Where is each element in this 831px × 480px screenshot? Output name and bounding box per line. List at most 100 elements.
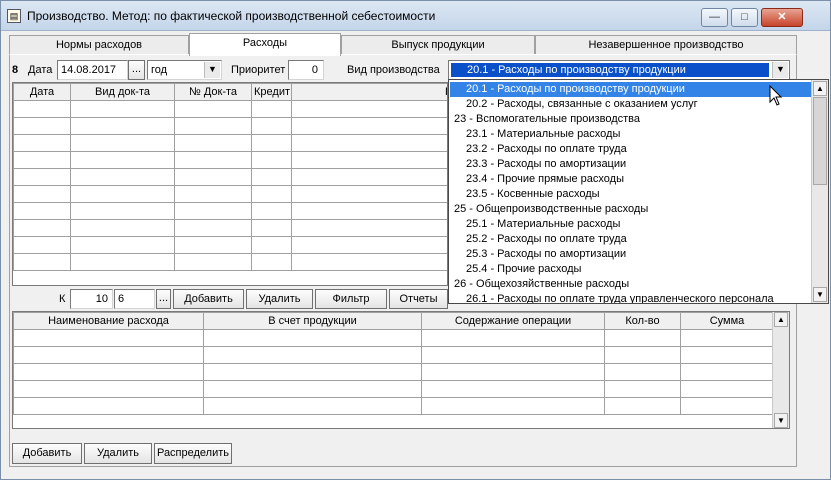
table-cell[interactable]: [13, 219, 71, 237]
table-cell[interactable]: [13, 168, 71, 186]
dropdown-option[interactable]: 20.2 - Расходы, связанные с оказанием ус…: [450, 97, 811, 112]
scroll-down-icon[interactable]: ▼: [813, 287, 827, 302]
distribute-button[interactable]: Распределить: [154, 443, 232, 464]
table-cell[interactable]: [70, 219, 175, 237]
table-cell[interactable]: [421, 397, 605, 415]
table-cell[interactable]: [421, 346, 605, 364]
date-input[interactable]: 14.08.2017: [57, 60, 128, 80]
table-cell[interactable]: [13, 346, 204, 364]
dropdown-option[interactable]: 23.4 - Прочие прямые расходы: [450, 172, 811, 187]
add-document-button[interactable]: Добавить: [173, 289, 244, 309]
table-cell[interactable]: [251, 100, 292, 118]
table-cell[interactable]: [291, 100, 447, 118]
table-cell[interactable]: [291, 219, 447, 237]
table-cell[interactable]: [251, 253, 292, 271]
expense-table-scrollbar[interactable]: ▲ ▼: [772, 312, 789, 428]
priority-input[interactable]: 0: [288, 60, 324, 80]
table-row[interactable]: [13, 134, 447, 152]
table-cell[interactable]: [680, 380, 774, 398]
table-row[interactable]: [13, 363, 774, 381]
tab-work-in-progress[interactable]: Незавершенное производство: [535, 35, 797, 55]
table-cell[interactable]: [680, 329, 774, 347]
table-cell[interactable]: [604, 380, 681, 398]
table-cell[interactable]: [251, 219, 292, 237]
table-row[interactable]: [13, 236, 447, 254]
column-header-expense-name[interactable]: Наименование расхода: [13, 312, 204, 330]
add-expense-button[interactable]: Добавить: [12, 443, 82, 464]
table-cell[interactable]: [680, 363, 774, 381]
table-cell[interactable]: [70, 168, 175, 186]
dropdown-option[interactable]: 20.1 - Расходы по производству продукции: [450, 82, 811, 97]
delete-expense-button[interactable]: Удалить: [84, 443, 152, 464]
table-cell[interactable]: [70, 100, 175, 118]
filter-button[interactable]: Фильтр: [315, 289, 387, 309]
table-cell[interactable]: [13, 202, 71, 220]
k-input-secondary[interactable]: 6: [114, 289, 155, 309]
table-cell[interactable]: [70, 253, 175, 271]
table-row[interactable]: [13, 117, 447, 135]
table-cell[interactable]: [421, 329, 605, 347]
table-cell[interactable]: [291, 253, 447, 271]
table-cell[interactable]: [70, 202, 175, 220]
table-cell[interactable]: [13, 397, 204, 415]
table-cell[interactable]: [13, 236, 71, 254]
production-type-select[interactable]: 20.1 - Расходы по производству продукции…: [448, 60, 790, 80]
scroll-down-icon[interactable]: ▼: [774, 413, 788, 428]
table-cell[interactable]: [13, 329, 204, 347]
expense-items-table[interactable]: Наименование расхода В счет продукции Со…: [12, 311, 790, 429]
table-cell[interactable]: [13, 151, 71, 169]
table-cell[interactable]: [70, 117, 175, 135]
table-cell[interactable]: [174, 117, 252, 135]
table-cell[interactable]: [203, 363, 422, 381]
table-row[interactable]: [13, 100, 447, 118]
dropdown-option[interactable]: 25.2 - Расходы по оплате труда: [450, 232, 811, 247]
scroll-thumb[interactable]: [813, 97, 827, 185]
dropdown-option[interactable]: 23.2 - Расходы по оплате труда: [450, 142, 811, 157]
table-cell[interactable]: [174, 202, 252, 220]
column-header-product[interactable]: Продукция: [291, 83, 447, 101]
dropdown-option[interactable]: 25.1 - Материальные расходы: [450, 217, 811, 232]
table-cell[interactable]: [251, 151, 292, 169]
table-cell[interactable]: [13, 117, 71, 135]
table-cell[interactable]: [251, 185, 292, 203]
tab-expenses[interactable]: Расходы: [189, 33, 341, 56]
table-cell[interactable]: [13, 380, 204, 398]
tab-expense-norms[interactable]: Нормы расходов: [9, 35, 189, 55]
table-cell[interactable]: [291, 151, 447, 169]
table-cell[interactable]: [291, 134, 447, 152]
chevron-down-icon[interactable]: ▼: [204, 62, 220, 78]
table-cell[interactable]: [13, 134, 71, 152]
column-header-credit[interactable]: Кредит: [251, 83, 292, 101]
column-header-doc-number[interactable]: № Док-та: [174, 83, 252, 101]
table-row[interactable]: [13, 346, 774, 364]
table-row[interactable]: [13, 253, 447, 271]
table-cell[interactable]: [174, 168, 252, 186]
table-cell[interactable]: [13, 363, 204, 381]
table-cell[interactable]: [291, 236, 447, 254]
column-header-quantity[interactable]: Кол-во: [604, 312, 681, 330]
table-cell[interactable]: [203, 329, 422, 347]
dropdown-option[interactable]: 25.3 - Расходы по амортизации: [450, 247, 811, 262]
table-row[interactable]: [13, 397, 774, 415]
dropdown-option[interactable]: 23 - Вспомогательные производства: [450, 112, 811, 127]
table-row[interactable]: [13, 185, 447, 203]
table-row[interactable]: [13, 219, 447, 237]
table-cell[interactable]: [174, 100, 252, 118]
table-cell[interactable]: [174, 185, 252, 203]
column-header-date[interactable]: Дата: [13, 83, 71, 101]
table-cell[interactable]: [174, 134, 252, 152]
documents-table[interactable]: Дата Вид док-та № Док-та Кредит Продукци…: [12, 82, 448, 286]
table-cell[interactable]: [251, 168, 292, 186]
reports-button[interactable]: Отчеты: [389, 289, 448, 309]
table-cell[interactable]: [70, 236, 175, 254]
chevron-down-icon[interactable]: ▼: [772, 62, 788, 78]
table-cell[interactable]: [604, 397, 681, 415]
table-cell[interactable]: [291, 168, 447, 186]
delete-document-button[interactable]: Удалить: [246, 289, 313, 309]
table-cell[interactable]: [291, 185, 447, 203]
date-picker-button[interactable]: ...: [128, 60, 145, 80]
table-row[interactable]: [13, 329, 774, 347]
table-cell[interactable]: [203, 397, 422, 415]
table-cell[interactable]: [680, 346, 774, 364]
table-cell[interactable]: [13, 100, 71, 118]
